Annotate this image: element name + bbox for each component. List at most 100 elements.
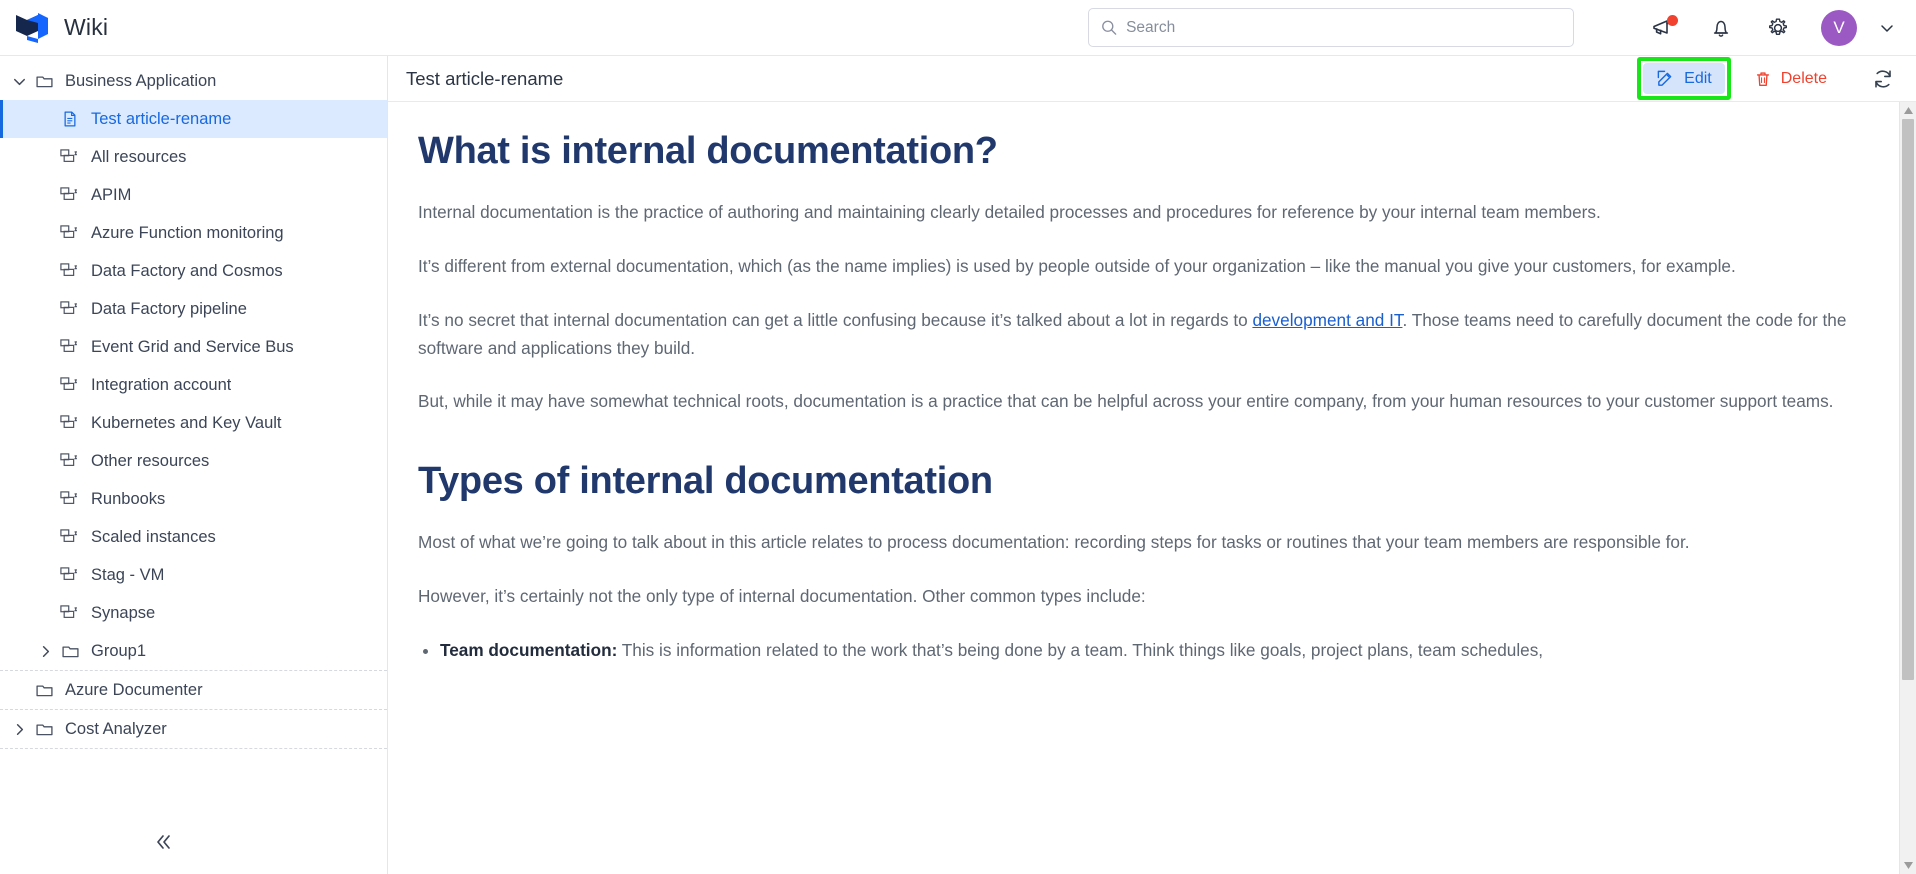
sidebar-item-event-grid-and-service-bus[interactable]: Event Grid and Service Bus xyxy=(0,328,387,366)
paragraph-1: Internal documentation is the practice o… xyxy=(418,202,1601,222)
sidebar-footer xyxy=(0,810,387,874)
sidebar-item-label: Azure Function monitoring xyxy=(91,223,284,242)
delete-button[interactable]: Delete xyxy=(1741,64,1840,94)
sidebar-item-runbooks[interactable]: Runbooks xyxy=(0,480,387,518)
tree-item-icon xyxy=(58,414,82,432)
trash-icon xyxy=(1756,71,1769,86)
search-box[interactable] xyxy=(1088,8,1574,47)
sidebar-item-synapse[interactable]: Synapse xyxy=(0,594,387,632)
sidebar-item-cost-analyzer[interactable]: Cost Analyzer xyxy=(0,710,387,748)
document-body: What is internal documentation? Internal… xyxy=(388,102,1899,874)
sidebar-item-data-factory-pipeline[interactable]: Data Factory pipeline xyxy=(0,290,387,328)
edit-pencil-icon xyxy=(1657,70,1672,86)
tree-chevron[interactable] xyxy=(6,721,32,738)
list-item-label: Team documentation: xyxy=(440,640,618,661)
tree-item-icon xyxy=(58,262,82,280)
sidebar-item-label: Synapse xyxy=(91,603,156,622)
bell-icon[interactable] xyxy=(1707,15,1734,42)
search-input[interactable] xyxy=(1126,18,1561,37)
diagram-icon xyxy=(60,377,77,390)
sidebar-item-label: Business Application xyxy=(65,71,217,90)
sidebar-item-scaled-instances[interactable]: Scaled instances xyxy=(0,518,387,556)
list-item: Team documentation: This is information … xyxy=(440,637,1869,665)
sidebar-item-label: All resources xyxy=(91,147,187,166)
triangle-down-icon xyxy=(1903,862,1913,869)
avatar[interactable]: V xyxy=(1821,10,1857,46)
edit-button[interactable]: Edit xyxy=(1643,63,1725,94)
refresh-button[interactable] xyxy=(1864,60,1902,98)
refresh-icon xyxy=(1875,69,1891,88)
gear-icon[interactable] xyxy=(1764,15,1791,42)
document-scroll-area: What is internal documentation? Internal… xyxy=(388,102,1916,874)
diagram-icon xyxy=(60,225,77,238)
diagram-icon xyxy=(60,415,77,428)
diagram-icon xyxy=(60,339,77,352)
sidebar-item-label: Cost Analyzer xyxy=(65,719,167,738)
tree-item-icon xyxy=(58,528,82,546)
tree-item-icon xyxy=(58,452,82,470)
sidebar-item-business-application[interactable]: Business Application xyxy=(0,62,387,100)
chevron-right-icon xyxy=(16,723,23,735)
sidebar-item-data-factory-and-cosmos[interactable]: Data Factory and Cosmos xyxy=(0,252,387,290)
wiki-logo-icon xyxy=(16,12,48,43)
diagram-icon xyxy=(60,491,77,504)
megaphone-icon[interactable] xyxy=(1650,14,1678,42)
sidebar-item-label: Stag - VM xyxy=(91,565,165,584)
sidebar-item-integration-account[interactable]: Integration account xyxy=(0,366,387,404)
sidebar-item-stag-vm[interactable]: Stag - VM xyxy=(0,556,387,594)
tree-item-icon xyxy=(58,642,82,661)
diagram-icon xyxy=(60,187,77,200)
delete-button-label: Delete xyxy=(1780,69,1827,87)
sidebar-item-azure-documenter[interactable]: Azure Documenter xyxy=(0,671,387,709)
diagram-icon xyxy=(60,605,77,618)
tree-item-icon xyxy=(58,490,82,508)
double-chevron-left-icon xyxy=(156,835,170,849)
section-heading-2: Types of internal documentation xyxy=(418,460,993,503)
article-toolbar: Edit Delete xyxy=(1637,57,1902,100)
sidebar-item-apim[interactable]: APIM xyxy=(0,176,387,214)
sidebar-tree: Business Application Test article-rename A… xyxy=(0,56,387,810)
chevron-down-icon[interactable] xyxy=(1873,15,1900,42)
scrollbar-track[interactable] xyxy=(1900,119,1916,857)
search-icon xyxy=(1102,20,1117,35)
sidebar-item-test-article-rename[interactable]: Test article-rename xyxy=(0,100,387,138)
sidebar-item-all-resources[interactable]: All resources xyxy=(0,138,387,176)
tree-item-icon xyxy=(58,338,82,356)
scroll-up-button[interactable] xyxy=(1900,102,1916,119)
sidebar-collapse-button[interactable] xyxy=(148,826,180,858)
scrollbar-thumb[interactable] xyxy=(1902,119,1914,680)
diagram-icon xyxy=(60,567,77,580)
tree-item-icon xyxy=(32,720,56,739)
sidebar-item-kubernetes-and-key-vault[interactable]: Kubernetes and Key Vault xyxy=(0,404,387,442)
brand[interactable]: Wiki xyxy=(0,11,330,45)
notification-badge xyxy=(1667,14,1678,26)
tree-item-icon xyxy=(58,566,82,584)
vertical-scrollbar[interactable] xyxy=(1899,102,1916,874)
chevron-down-icon xyxy=(13,78,25,85)
header-actions: V xyxy=(1650,0,1900,56)
diagram-icon xyxy=(60,301,77,314)
folder-icon xyxy=(61,645,79,657)
scroll-down-button[interactable] xyxy=(1900,857,1916,874)
tree-chevron[interactable] xyxy=(6,73,32,90)
tree-chevron[interactable] xyxy=(32,643,58,660)
paragraph-2: It’s different from external documentati… xyxy=(418,255,1736,276)
diagram-icon xyxy=(60,529,77,542)
sidebar-item-label: Data Factory pipeline xyxy=(91,299,247,318)
tree-item-icon xyxy=(58,300,82,318)
app-title: Wiki xyxy=(64,14,109,40)
search-container[interactable] xyxy=(1088,8,1574,47)
sidebar-item-other-resources[interactable]: Other resources xyxy=(0,442,387,480)
development-and-it-link[interactable]: development and IT xyxy=(1252,310,1402,330)
paragraph-4: But, while it may have somewhat technica… xyxy=(418,391,1834,412)
sidebar-item-group1[interactable]: Group1 xyxy=(0,632,387,670)
body: Business Application Test article-rename A… xyxy=(0,56,1916,874)
sidebar-item-azure-function-monitoring[interactable]: Azure Function monitoring xyxy=(0,214,387,252)
sidebar-item-label: Test article-rename xyxy=(91,109,232,128)
sidebar-item-label: Kubernetes and Key Vault xyxy=(91,413,282,432)
page-title: Test article-rename xyxy=(406,67,564,89)
sidebar-item-label: Data Factory and Cosmos xyxy=(91,261,283,280)
sidebar-item-label: Event Grid and Service Bus xyxy=(91,337,294,356)
article-header: Test article-rename Edit Delete xyxy=(388,56,1916,102)
paragraph-6: However, it’s certainly not the only typ… xyxy=(418,586,1146,607)
